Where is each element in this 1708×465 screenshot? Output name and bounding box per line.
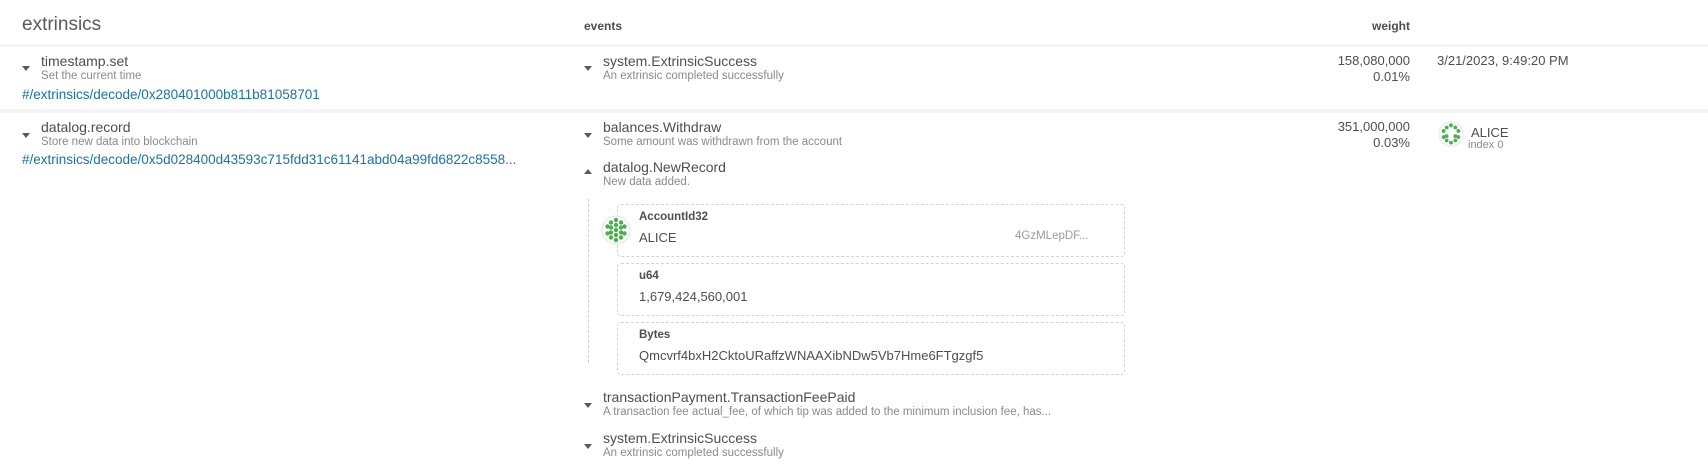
signer-index: index 0 [1468, 139, 1504, 151]
event-name: system.ExtrinsicSuccess [603, 430, 758, 446]
extrinsics-title: extrinsics [22, 14, 102, 35]
chevron-down-icon[interactable] [22, 133, 30, 138]
event-description: A transaction fee actual_fee, of which t… [603, 406, 1052, 418]
call-name: datalog.record [41, 119, 131, 135]
weight-value: 158,080,000 [1337, 53, 1410, 68]
block-timestamp: 3/21/2023, 9:49:20 PM [1437, 53, 1569, 68]
param-box: u64 1,679,424,560,001 [617, 263, 1125, 316]
param-value: ALICE [639, 230, 677, 245]
table-header: extrinsics events weight [0, 0, 1708, 44]
chevron-down-icon[interactable] [584, 444, 592, 449]
call-name: timestamp.set [41, 53, 129, 69]
signer-name[interactable]: ALICE [1471, 125, 1509, 140]
weight-column-header: weight [1372, 19, 1410, 33]
param-address: 4GzMLepDF... [1015, 230, 1089, 242]
param-box: AccountId32 ALICE 4GzMLepDF... [617, 204, 1125, 257]
extrinsic-row: datalog.record Store new data into block… [0, 113, 1708, 465]
decode-link[interactable]: #/extrinsics/decode/0x5d028400d43593c715… [22, 152, 516, 167]
event-name: datalog.NewRecord [603, 159, 726, 175]
param-value: 1,679,424,560,001 [639, 289, 748, 304]
weight-value: 351,000,000 [1337, 119, 1410, 134]
event-name: system.ExtrinsicSuccess [603, 53, 758, 69]
chevron-up-icon[interactable] [584, 169, 592, 174]
event-description: An extrinsic completed successfully [603, 70, 784, 82]
params-divider [588, 199, 589, 363]
event-description: Some amount was withdrawn from the accou… [603, 136, 843, 148]
decode-link[interactable]: #/extrinsics/decode/0x280401000b811b8105… [22, 87, 320, 102]
identicon-icon[interactable] [1438, 121, 1464, 147]
identicon-icon[interactable] [601, 215, 631, 245]
event-name: transactionPayment.TransactionFeePaid [603, 389, 856, 405]
call-description: Store new data into blockchain [41, 136, 198, 148]
chevron-down-icon[interactable] [584, 403, 592, 408]
extrinsics-table: extrinsics events weight timestamp.set S… [0, 0, 1708, 465]
param-type: AccountId32 [639, 211, 709, 223]
call-description: Set the current time [41, 70, 142, 82]
weight-percent: 0.01% [1373, 69, 1410, 84]
chevron-down-icon[interactable] [584, 66, 592, 71]
extrinsic-row: timestamp.set Set the current time #/ext… [0, 47, 1708, 109]
chevron-down-icon[interactable] [584, 133, 592, 138]
event-description: New data added. [603, 176, 690, 188]
param-box: Bytes Qmcvrf4bxH2CktoURaffzWNAAXibNDw5Vb… [617, 322, 1125, 375]
weight-percent: 0.03% [1373, 135, 1410, 150]
param-type: Bytes [639, 329, 671, 341]
event-description: An extrinsic completed successfully [603, 447, 784, 459]
chevron-down-icon[interactable] [22, 66, 30, 71]
event-name: balances.Withdraw [603, 119, 722, 135]
param-value: Qmcvrf4bxH2CktoURaffzWNAAXibNDw5Vb7Hme6F… [639, 348, 984, 363]
param-type: u64 [639, 270, 659, 282]
events-column-header: events [584, 19, 623, 33]
